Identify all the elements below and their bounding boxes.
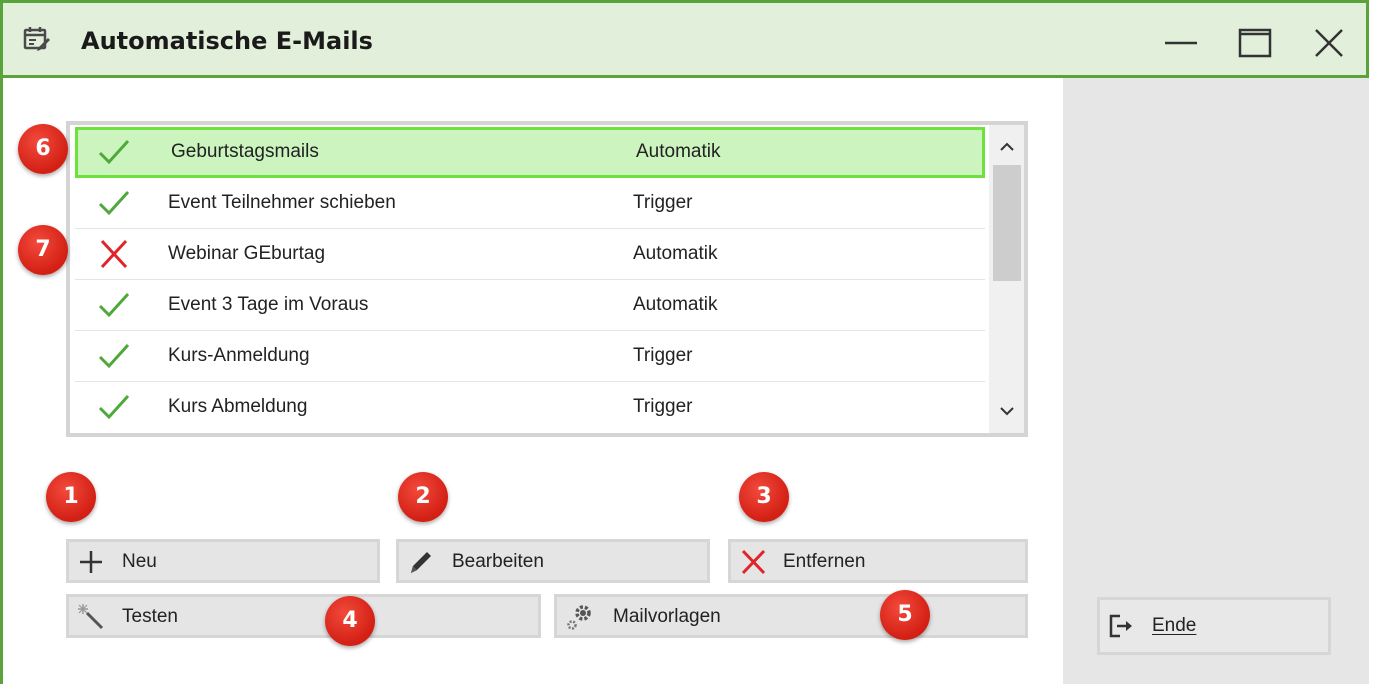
list-item-name: Kurs Abmeldung — [168, 396, 308, 417]
annotation-badge: 6 — [18, 124, 68, 174]
mail-templates-button-label: Mailvorlagen — [613, 606, 721, 627]
cross-icon — [741, 549, 766, 575]
chevron-down-icon[interactable] — [997, 401, 1017, 421]
checkmark-icon — [98, 292, 130, 318]
scrollbar-thumb[interactable] — [993, 165, 1021, 281]
list-item-name: Webinar GEburtag — [168, 243, 326, 264]
remove-button-label: Entfernen — [783, 551, 866, 572]
minimize-icon[interactable] — [1163, 25, 1199, 61]
annotation-badge: 4 — [325, 596, 375, 646]
list-item-name: Kurs-Anmeldung — [168, 345, 310, 366]
edit-button[interactable]: Bearbeiten — [396, 539, 710, 583]
plus-icon — [80, 551, 102, 573]
list-item[interactable]: Webinar GEburtag Automatik — [75, 229, 985, 280]
app-window: Automatische E-Mails Geburtstagsmails Au… — [0, 0, 1369, 684]
annotation-badge: 7 — [18, 225, 68, 275]
list-item-name: Event 3 Tage im Voraus — [168, 294, 369, 315]
list-scrollbar[interactable] — [989, 125, 1024, 433]
list-item-type: Trigger — [633, 396, 693, 417]
checkmark-icon — [98, 394, 130, 420]
end-button-label: Ende — [1152, 615, 1197, 636]
gears-icon — [567, 605, 591, 630]
checkmark-icon — [98, 139, 130, 165]
list-item-name: Event Teilnehmer schieben — [168, 192, 396, 213]
checkmark-icon — [98, 343, 130, 369]
list-item-type: Automatik — [636, 141, 721, 162]
new-button[interactable]: Neu — [66, 539, 380, 583]
email-list[interactable]: Geburtstagsmails Automatik Event Teilneh… — [66, 121, 1028, 437]
edit-button-label: Bearbeiten — [452, 551, 544, 572]
annotation-badge: 1 — [46, 472, 96, 522]
mail-templates-button[interactable]: Mailvorlagen — [554, 594, 1028, 638]
test-button[interactable]: Testen — [66, 594, 541, 638]
magic-wand-icon — [78, 604, 104, 630]
pencil-icon — [411, 552, 431, 573]
chevron-up-icon[interactable] — [997, 137, 1017, 157]
list-item-name: Geburtstagsmails — [171, 141, 319, 162]
exit-icon — [1109, 614, 1132, 638]
remove-button[interactable]: Entfernen — [728, 539, 1028, 583]
new-button-label: Neu — [122, 551, 157, 572]
list-item-type: Automatik — [633, 294, 718, 315]
end-button[interactable]: Ende — [1097, 597, 1331, 655]
annotation-badge: 5 — [880, 590, 930, 640]
test-button-label: Testen — [122, 606, 178, 627]
title-bar: Automatische E-Mails — [3, 3, 1366, 78]
close-icon[interactable] — [1311, 25, 1347, 61]
list-item-type: Trigger — [633, 345, 693, 366]
list-item-type: Automatik — [633, 243, 718, 264]
list-item[interactable]: Kurs Abmeldung Trigger — [75, 382, 985, 433]
annotation-badge: 2 — [398, 472, 448, 522]
list-item[interactable]: Event 3 Tage im Voraus Automatik — [75, 280, 985, 331]
list-item[interactable]: Kurs-Anmeldung Trigger — [75, 331, 985, 382]
side-panel — [1063, 78, 1369, 684]
list-item[interactable]: Geburtstagsmails Automatik — [75, 127, 985, 178]
checkmark-icon — [98, 190, 130, 216]
maximize-icon[interactable] — [1237, 25, 1273, 61]
list-item-type: Trigger — [633, 192, 693, 213]
cross-icon — [100, 239, 128, 269]
list-item[interactable]: Event Teilnehmer schieben Trigger — [75, 178, 985, 229]
calendar-edit-icon — [23, 27, 50, 51]
annotation-badge: 3 — [739, 472, 789, 522]
window-title: Automatische E-Mails — [81, 27, 373, 55]
